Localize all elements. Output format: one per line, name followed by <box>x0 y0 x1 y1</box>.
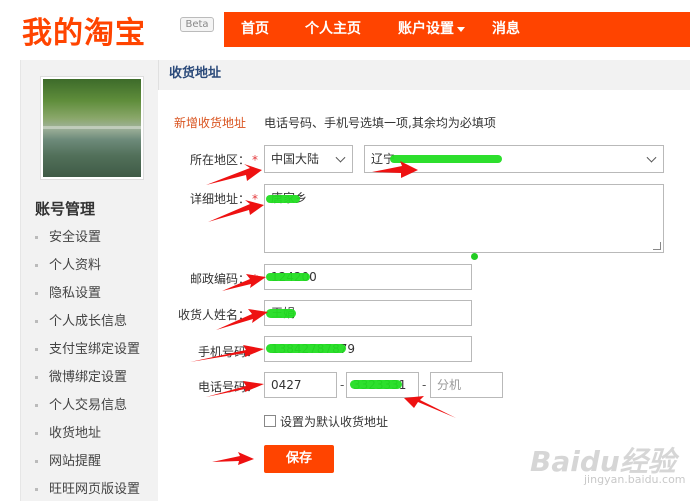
phone-extension-placeholder: 分机 <box>437 378 462 392</box>
phone-dash: - <box>422 378 427 392</box>
default-address-checkbox[interactable] <box>264 415 276 427</box>
country-select[interactable]: 中国大陆 <box>264 145 353 173</box>
redaction-scribble <box>350 380 402 389</box>
phone-area-input[interactable]: 0427 <box>264 372 337 398</box>
phone-dash: - <box>340 378 345 392</box>
required-mark: * <box>252 192 258 206</box>
sidebar-item-wangwang[interactable]: 旺旺网页版设置 <box>35 476 140 501</box>
sidebar-item-profile[interactable]: 个人资料 <box>35 252 140 280</box>
name-label: 收货人姓名： * <box>168 306 258 323</box>
form-hint: 电话号码、手机号选填一项,其余均为必填项 <box>264 116 496 130</box>
address-label-text: 详细地址： <box>189 192 250 206</box>
region-label-text: 所在地区： <box>189 153 250 167</box>
redaction-scribble <box>266 309 296 318</box>
mobile-label: 手机号码： <box>197 345 258 359</box>
sidebar-item-security[interactable]: 安全设置 <box>35 224 140 252</box>
tab-new-address[interactable]: 新增收货地址 <box>174 114 246 131</box>
redaction-scribble <box>266 344 346 353</box>
sidebar-item-reminders[interactable]: 网站提醒 <box>35 448 140 476</box>
save-button[interactable]: 保存 <box>264 445 334 473</box>
redaction-scribble <box>266 195 300 203</box>
address-textarea[interactable]: 唐家乡 <box>264 184 664 253</box>
beta-badge: Beta <box>180 17 214 32</box>
sidebar-item-address[interactable]: 收货地址 <box>35 420 140 448</box>
zip-label: 邮政编码： * <box>168 270 258 287</box>
nav-profile[interactable]: 个人主页 <box>305 12 361 47</box>
address-label: 详细地址： * <box>168 190 258 207</box>
country-select-value: 中国大陆 <box>271 152 320 166</box>
sidebar-menu: 安全设置 个人资料 隐私设置 个人成长信息 支付宝绑定设置 微博绑定设置 个人交… <box>35 224 140 501</box>
sidebar-item-growth[interactable]: 个人成长信息 <box>35 308 140 336</box>
nav-account-settings[interactable]: 账户设置 <box>398 12 465 47</box>
default-address-label: 设置为默认收货地址 <box>280 415 389 429</box>
redaction-scribble <box>390 155 502 163</box>
chevron-down-icon <box>646 152 657 163</box>
green-dot-mark <box>471 253 478 260</box>
phone-extension-input[interactable]: 分机 <box>430 372 503 398</box>
nav-home[interactable]: 首页 <box>241 12 269 47</box>
sidebar-item-weibo[interactable]: 微博绑定设置 <box>35 364 140 392</box>
region-label: 所在地区： * <box>168 151 258 168</box>
resize-handle-icon[interactable] <box>653 242 661 250</box>
chevron-down-icon <box>457 26 465 32</box>
avatar-image <box>43 79 141 177</box>
avatar[interactable] <box>40 76 144 180</box>
name-label-text: 收货人姓名： <box>177 308 250 322</box>
baidu-watermark-url: jingyan.baidu.com <box>584 473 686 486</box>
chevron-down-icon <box>335 152 346 163</box>
sidebar-item-trade-info[interactable]: 个人交易信息 <box>35 392 140 420</box>
zip-label-text: 邮政编码： <box>189 272 250 286</box>
arrow-icon <box>404 396 456 418</box>
arrow-icon <box>212 452 254 465</box>
phone-label: 电话号码： <box>197 380 258 394</box>
required-mark: * <box>252 308 258 322</box>
sidebar-item-privacy[interactable]: 隐私设置 <box>35 280 140 308</box>
sidebar-item-alipay[interactable]: 支付宝绑定设置 <box>35 336 140 364</box>
required-mark: * <box>252 153 258 167</box>
sidebar: 账号管理 安全设置 个人资料 隐私设置 个人成长信息 支付宝绑定设置 微博绑定设… <box>20 60 158 501</box>
nav-account-settings-label: 账户设置 <box>398 21 454 37</box>
redaction-scribble <box>266 273 310 281</box>
main-header: 收货地址 <box>158 60 690 90</box>
page-title: 收货地址 <box>169 66 222 81</box>
taobao-logo[interactable]: 我的淘宝 <box>22 8 146 52</box>
sidebar-section-title: 账号管理 <box>35 200 96 218</box>
nav-messages[interactable]: 消息 <box>492 12 520 47</box>
phone-area-value: 0427 <box>271 378 302 392</box>
top-nav: 首页 个人主页 账户设置 消息 <box>224 12 690 47</box>
required-mark: * <box>252 272 258 286</box>
